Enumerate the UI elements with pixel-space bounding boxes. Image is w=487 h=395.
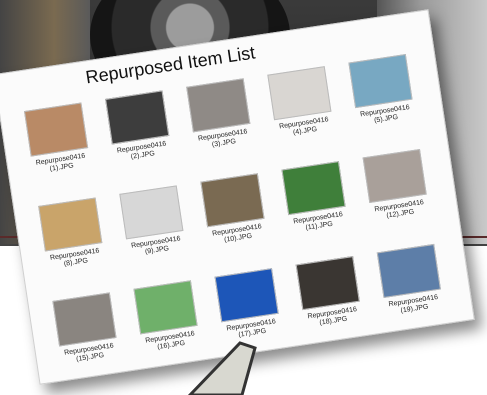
file-tile[interactable]: Repurpose0416 (9).JPG: [107, 184, 201, 281]
file-thumbnail[interactable]: [133, 280, 198, 335]
file-thumbnail[interactable]: [119, 185, 184, 240]
file-browser-screenshot: Repurposed Item List Repurpose0416 (1).JP…: [0, 9, 475, 385]
file-thumbnail[interactable]: [362, 148, 427, 204]
file-tile[interactable]: Repurpose0416 (4).JPG: [255, 64, 349, 161]
file-tile[interactable]: Repurpose0416 (12).JPG: [351, 147, 445, 244]
file-tile[interactable]: Repurpose0416 (2).JPG: [93, 89, 187, 186]
file-tile[interactable]: Repurpose0416 (11).JPG: [270, 159, 364, 256]
file-thumbnail[interactable]: [267, 66, 332, 121]
file-tile[interactable]: Repurpose0416 (10).JPG: [189, 171, 283, 268]
file-thumbnail[interactable]: [295, 256, 360, 311]
file-thumbnail[interactable]: [214, 268, 279, 323]
file-tile[interactable]: Repurpose0416 (15).JPG: [41, 291, 135, 388]
file-thumbnail[interactable]: [105, 90, 170, 145]
file-tile[interactable]: Repurpose0416 (17).JPG: [203, 266, 297, 363]
file-thumbnail[interactable]: [376, 243, 441, 299]
file-thumbnail[interactable]: [186, 78, 251, 133]
file-grid: Repurpose0416 (1).JPG Repurpose0416 (2).JPG…: [12, 52, 459, 388]
file-thumbnail[interactable]: [23, 102, 89, 157]
file-thumbnail[interactable]: [200, 173, 265, 228]
file-tile[interactable]: Repurpose0416 (16).JPG: [122, 279, 216, 376]
file-tile[interactable]: Repurpose0416 (3).JPG: [174, 77, 268, 174]
file-thumbnail[interactable]: [348, 54, 413, 109]
file-tile[interactable]: Repurpose0416 (1).JPG: [12, 101, 106, 198]
file-tile[interactable]: Repurpose0416 (8).JPG: [26, 196, 120, 293]
file-thumbnail[interactable]: [281, 161, 346, 216]
file-tile[interactable]: Repurpose0416 (19).JPG: [365, 242, 459, 339]
file-thumbnail[interactable]: [38, 197, 103, 252]
file-tile[interactable]: Repurpose0416 (5).JPG: [337, 52, 431, 149]
file-tile[interactable]: Repurpose0416 (18).JPG: [284, 254, 378, 351]
file-thumbnail[interactable]: [52, 292, 117, 347]
